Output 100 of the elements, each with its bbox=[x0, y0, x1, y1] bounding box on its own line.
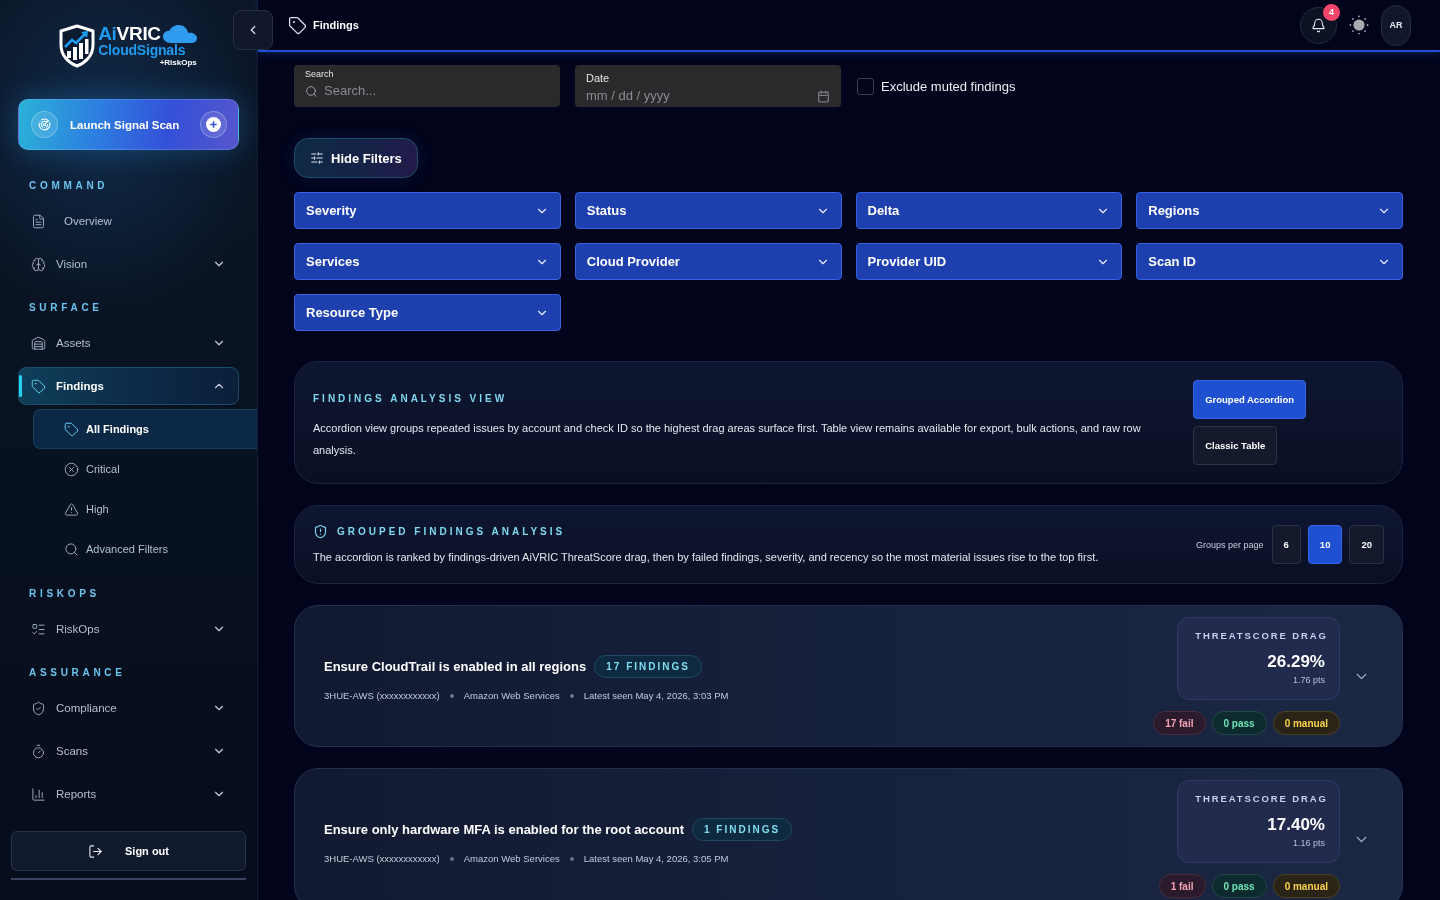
filter-dropdown[interactable]: Cloud Provider bbox=[574, 243, 842, 280]
finding-group-card[interactable]: Ensure only hardware MFA is enabled for the root account 1 FINDINGS 3HUE-AWS (xxxxxxxxxxxx) Amazon Web Services Latest seen May 4, 2026, 3:05 PM THREATSCORE DRAG 17.40% 1.16 pts 1 fail 0 pass 0 manual bbox=[294, 768, 1403, 900]
threatscore-label: THREATSCORE DRAG bbox=[1194, 629, 1329, 643]
filter-dropdown[interactable]: Regions bbox=[1136, 192, 1403, 229]
nav-section-title: RISKOPS bbox=[28, 587, 101, 601]
notification-count: 4 bbox=[1323, 3, 1340, 21]
sidebar-nav-item[interactable]: Findings bbox=[18, 367, 239, 405]
plus-circle-icon bbox=[200, 111, 227, 138]
nav-section-title: SURFACE bbox=[28, 301, 104, 315]
filter-dropdown[interactable]: Severity bbox=[294, 192, 561, 229]
search-field-label: Search bbox=[305, 69, 334, 80]
logo-product-name: CloudSignals bbox=[98, 43, 186, 58]
sidebar-subnav-item[interactable]: Critical bbox=[33, 449, 257, 489]
warehouse-icon bbox=[31, 335, 46, 351]
timer-icon bbox=[31, 743, 46, 759]
sidebar-nav-item[interactable]: Vision bbox=[18, 245, 239, 283]
log-out-icon bbox=[88, 843, 103, 859]
sidebar-nav-item[interactable]: Assets bbox=[18, 324, 239, 362]
tag-icon bbox=[288, 15, 307, 35]
card-title: GROUPED FINDINGS ANALYSIS bbox=[337, 524, 566, 539]
avatar-button[interactable]: AR bbox=[1381, 4, 1411, 46]
pass-count-pill: 0 pass bbox=[1211, 711, 1267, 735]
checkbox[interactable] bbox=[857, 77, 874, 95]
separator-dot-icon bbox=[449, 693, 454, 698]
filter-dropdown[interactable]: Scan ID bbox=[1136, 243, 1403, 280]
manual-count-pill: 0 manual bbox=[1272, 711, 1340, 735]
card-description: Accordion view groups repeated issues by account and check ID so the highest drag areas surface first. Table view remains available for export, bulk actions, and raw row analysis. bbox=[313, 421, 1142, 458]
page-title: Findings bbox=[313, 19, 359, 31]
document-icon bbox=[31, 213, 46, 229]
date-input[interactable]: mm / dd / yyyy bbox=[586, 87, 811, 105]
cloud-provider-name: Amazon Web Services bbox=[463, 853, 560, 864]
notifications-button[interactable]: 4 bbox=[1300, 6, 1337, 44]
hide-filters-button[interactable]: Hide Filters bbox=[294, 138, 418, 178]
view-toggle-button[interactable]: Classic Table bbox=[1193, 426, 1278, 465]
logo-wordmark: AiVRIC bbox=[98, 25, 161, 43]
filter-dropdown[interactable]: Resource Type bbox=[294, 294, 561, 331]
sliders-icon bbox=[310, 151, 324, 165]
nav-section-title: COMMAND bbox=[28, 179, 110, 193]
calendar-icon bbox=[817, 89, 830, 103]
page-size-label: Groups per page bbox=[1196, 539, 1264, 550]
shield-check-icon bbox=[31, 700, 46, 716]
threatscore-points: 1.76 pts bbox=[1292, 675, 1325, 685]
sidebar-subnav-item[interactable]: High bbox=[33, 489, 257, 529]
checklist-icon bbox=[31, 621, 46, 637]
sidebar-nav-item[interactable]: Reports bbox=[18, 775, 239, 813]
findings-count-pill: 17 FINDINGS bbox=[594, 655, 702, 678]
shield-alert-icon bbox=[313, 524, 328, 539]
bar-chart-icon bbox=[31, 786, 46, 802]
shield-chart-logo-icon bbox=[58, 24, 97, 68]
last-seen-text: Latest seen May 4, 2026, 3:03 PM bbox=[583, 690, 729, 701]
x-circle-icon bbox=[64, 461, 79, 477]
cloud-provider-name: Amazon Web Services bbox=[463, 690, 560, 701]
threatscore-value: 26.29% bbox=[1267, 652, 1325, 672]
logo-tagline: +RiskOps bbox=[159, 58, 197, 67]
search-field[interactable]: Search Search... bbox=[294, 65, 560, 107]
sidebar-subnav-item[interactable]: Advanced Filters bbox=[33, 529, 257, 569]
radar-icon bbox=[31, 111, 58, 138]
page-size-button[interactable]: 6 bbox=[1271, 525, 1301, 564]
sidebar-nav-item[interactable]: Compliance bbox=[18, 689, 239, 727]
date-field-label: Date bbox=[586, 71, 610, 85]
bell-icon bbox=[1311, 17, 1326, 33]
filter-dropdown[interactable]: Provider UID bbox=[855, 243, 1123, 280]
page-size-button[interactable]: 20 bbox=[1349, 525, 1384, 564]
finding-title: Ensure only hardware MFA is enabled for the root account bbox=[324, 822, 684, 837]
cloud-icon bbox=[162, 25, 197, 43]
search-input[interactable]: Search... bbox=[324, 82, 549, 100]
threatscore-label: THREATSCORE DRAG bbox=[1194, 792, 1329, 806]
page-size-button[interactable]: 10 bbox=[1307, 525, 1343, 564]
sidebar-nav-item[interactable]: Overview bbox=[18, 202, 239, 240]
date-field[interactable]: Date mm / dd / yyyy bbox=[575, 65, 841, 107]
view-toggle-button[interactable]: Grouped Accordion bbox=[1193, 380, 1306, 419]
launch-scan-button[interactable]: Launch Signal Scan bbox=[18, 99, 239, 150]
sign-out-button[interactable]: Sign out bbox=[11, 831, 246, 871]
checkbox-label: Exclude muted findings bbox=[881, 78, 1016, 94]
threatscore-value: 17.40% bbox=[1267, 815, 1325, 835]
pass-count-pill: 0 pass bbox=[1211, 874, 1267, 898]
warning-icon bbox=[64, 501, 79, 517]
fail-count-pill: 17 fail bbox=[1153, 711, 1206, 735]
search-icon bbox=[305, 84, 318, 98]
tag-icon bbox=[31, 378, 46, 394]
tag-icon bbox=[64, 421, 79, 437]
fail-count-pill: 1 fail bbox=[1158, 874, 1206, 898]
filter-dropdown[interactable]: Delta bbox=[855, 192, 1123, 229]
separator-dot-icon bbox=[449, 856, 454, 861]
account-name: 3HUE-AWS (xxxxxxxxxxxx) bbox=[324, 690, 440, 701]
account-name: 3HUE-AWS (xxxxxxxxxxxx) bbox=[324, 853, 440, 864]
last-seen-text: Latest seen May 4, 2026, 3:05 PM bbox=[583, 853, 729, 864]
sun-icon[interactable] bbox=[1349, 15, 1369, 35]
search-icon bbox=[64, 541, 79, 557]
manual-count-pill: 0 manual bbox=[1272, 874, 1340, 898]
nav-section-title: ASSURANCE bbox=[28, 666, 127, 680]
sidebar-nav-item[interactable]: RiskOps bbox=[18, 610, 239, 648]
sidebar-subnav-item[interactable]: All Findings bbox=[33, 409, 257, 449]
card-description: The accordion is ranked by findings-driven AiVRIC ThreatScore drag, then by failed findings, severity, and recency so the most material issues rise to the top first. bbox=[313, 550, 1100, 565]
sidebar-nav-item[interactable]: Scans bbox=[18, 732, 239, 770]
finding-group-card[interactable]: Ensure CloudTrail is enabled in all regions 17 FINDINGS 3HUE-AWS (xxxxxxxxxxxx) Amazon Web Services Latest seen May 4, 2026, 3:03 PM THREATSCORE DRAG 26.29% 1.76 pts 17 fail 0 pass 0 manual bbox=[294, 605, 1403, 747]
separator-dot-icon bbox=[569, 856, 574, 861]
filter-dropdown[interactable]: Status bbox=[574, 192, 842, 229]
filter-dropdown[interactable]: Services bbox=[294, 243, 561, 280]
findings-count-pill: 1 FINDINGS bbox=[692, 818, 793, 841]
